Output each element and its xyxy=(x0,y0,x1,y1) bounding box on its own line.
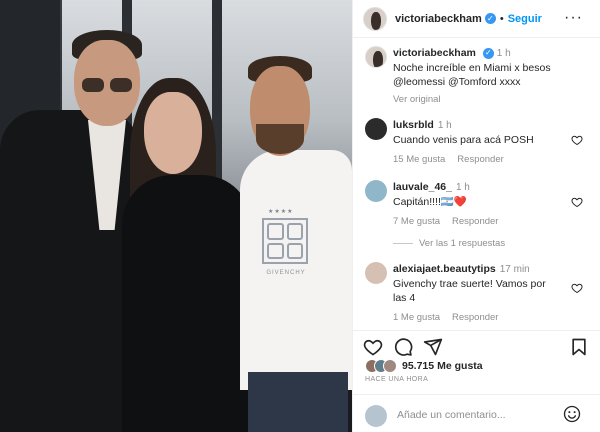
comment-text: Givenchy trae suerte! Vamos por las 4 xyxy=(393,278,546,304)
person-right-beard xyxy=(256,124,304,154)
person-middle-dress xyxy=(122,175,252,432)
comment-item: alexiajaet.beautytips 17 min Givenchy tra… xyxy=(365,262,595,326)
liker-avatar xyxy=(383,359,397,373)
person-left-sunglasses xyxy=(82,78,136,94)
see-original-link[interactable]: Ver original xyxy=(393,94,441,105)
like-comment-heart-icon[interactable] xyxy=(571,282,583,294)
caption-avatar[interactable] xyxy=(365,46,387,68)
comment-time[interactable]: 1 h xyxy=(456,182,470,193)
emoji-icon[interactable] xyxy=(563,405,581,423)
shirt-stars: ★★★★ xyxy=(268,209,294,215)
post-timestamp[interactable]: HACE UNA HORA xyxy=(365,376,428,383)
verified-badge-icon: ✓ xyxy=(482,47,494,59)
comment-username[interactable]: luksrbld xyxy=(393,119,434,131)
caption-username[interactable]: victoriabeckham xyxy=(393,47,476,59)
like-comment-heart-icon[interactable] xyxy=(571,134,583,146)
post-actions-bar xyxy=(353,330,600,358)
reply-button[interactable]: Responder xyxy=(452,312,498,323)
verified-badge-icon: ✓ xyxy=(484,13,496,24)
follow-button[interactable]: Seguir xyxy=(508,13,542,25)
comment-text: Cuando venis para acá POSH xyxy=(393,134,534,146)
comment-input[interactable]: Añade un comentario... xyxy=(397,409,506,421)
caption-text: Noche increíble en Miami x besos @leomes… xyxy=(393,62,551,88)
comment-text: Capitán!!!!🇦🇷❤️ xyxy=(393,196,468,208)
caption-time[interactable]: 1 h xyxy=(497,48,511,59)
more-options-icon[interactable]: ··· xyxy=(564,9,583,27)
comment-item: luksrbld 1 h Cuando venis para acá POSH 1… xyxy=(365,118,595,168)
likes-count[interactable]: 95.715 xyxy=(402,360,434,372)
comment-likes[interactable]: 7 Me gusta xyxy=(393,216,440,227)
person-right-jeans xyxy=(248,372,348,432)
likes-label[interactable]: Me gusta xyxy=(437,360,483,372)
reply-button[interactable]: Responder xyxy=(452,216,498,227)
post-photo[interactable]: ★★★★ GIVENCHY xyxy=(0,0,352,432)
shirt-brand-text: GIVENCHY xyxy=(266,270,306,276)
save-bookmark-icon[interactable] xyxy=(569,337,589,357)
comment-username[interactable]: lauvale_46_ xyxy=(393,181,452,193)
separator-dot: • xyxy=(499,12,504,25)
like-comment-heart-icon[interactable] xyxy=(571,196,583,208)
author-username[interactable]: victoriabeckham xyxy=(395,13,482,25)
share-paper-plane-icon[interactable] xyxy=(423,337,443,357)
person-middle-head xyxy=(144,92,202,174)
comment-time[interactable]: 1 h xyxy=(438,120,452,131)
post-side-panel: victoriabeckham ✓ • Seguir ··· victoriab… xyxy=(352,0,600,432)
reply-button[interactable]: Responder xyxy=(457,154,503,165)
comments-list[interactable]: victoriabeckham ✓ 1 h Noche increíble en … xyxy=(353,38,600,328)
current-user-avatar xyxy=(365,405,387,427)
author-avatar[interactable] xyxy=(363,6,387,31)
comment-bubble-icon[interactable] xyxy=(393,337,413,357)
post-header: victoriabeckham ✓ • Seguir ··· xyxy=(353,0,600,38)
givenchy-logo xyxy=(262,218,308,264)
view-replies-link[interactable]: Ver las 1 respuestas xyxy=(393,238,505,249)
comment-avatar[interactable] xyxy=(365,118,387,140)
comment-likes[interactable]: 1 Me gusta xyxy=(393,312,440,323)
caption: victoriabeckham ✓ 1 h Noche increíble en … xyxy=(365,46,595,106)
comment-avatar[interactable] xyxy=(365,180,387,202)
like-heart-icon[interactable] xyxy=(363,337,383,357)
comment-username[interactable]: alexiajaet.beautytips xyxy=(393,263,496,275)
comment-time[interactable]: 17 min xyxy=(500,264,530,275)
comment-likes[interactable]: 15 Me gusta xyxy=(393,154,445,165)
add-comment-bar: Añade un comentario... xyxy=(353,394,600,432)
comment-item: lauvale_46_ 1 h Capitán!!!!🇦🇷❤️ 7 Me gust… xyxy=(365,180,595,230)
comment-avatar[interactable] xyxy=(365,262,387,284)
likes-summary[interactable]: 95.715 Me gusta xyxy=(365,358,483,374)
